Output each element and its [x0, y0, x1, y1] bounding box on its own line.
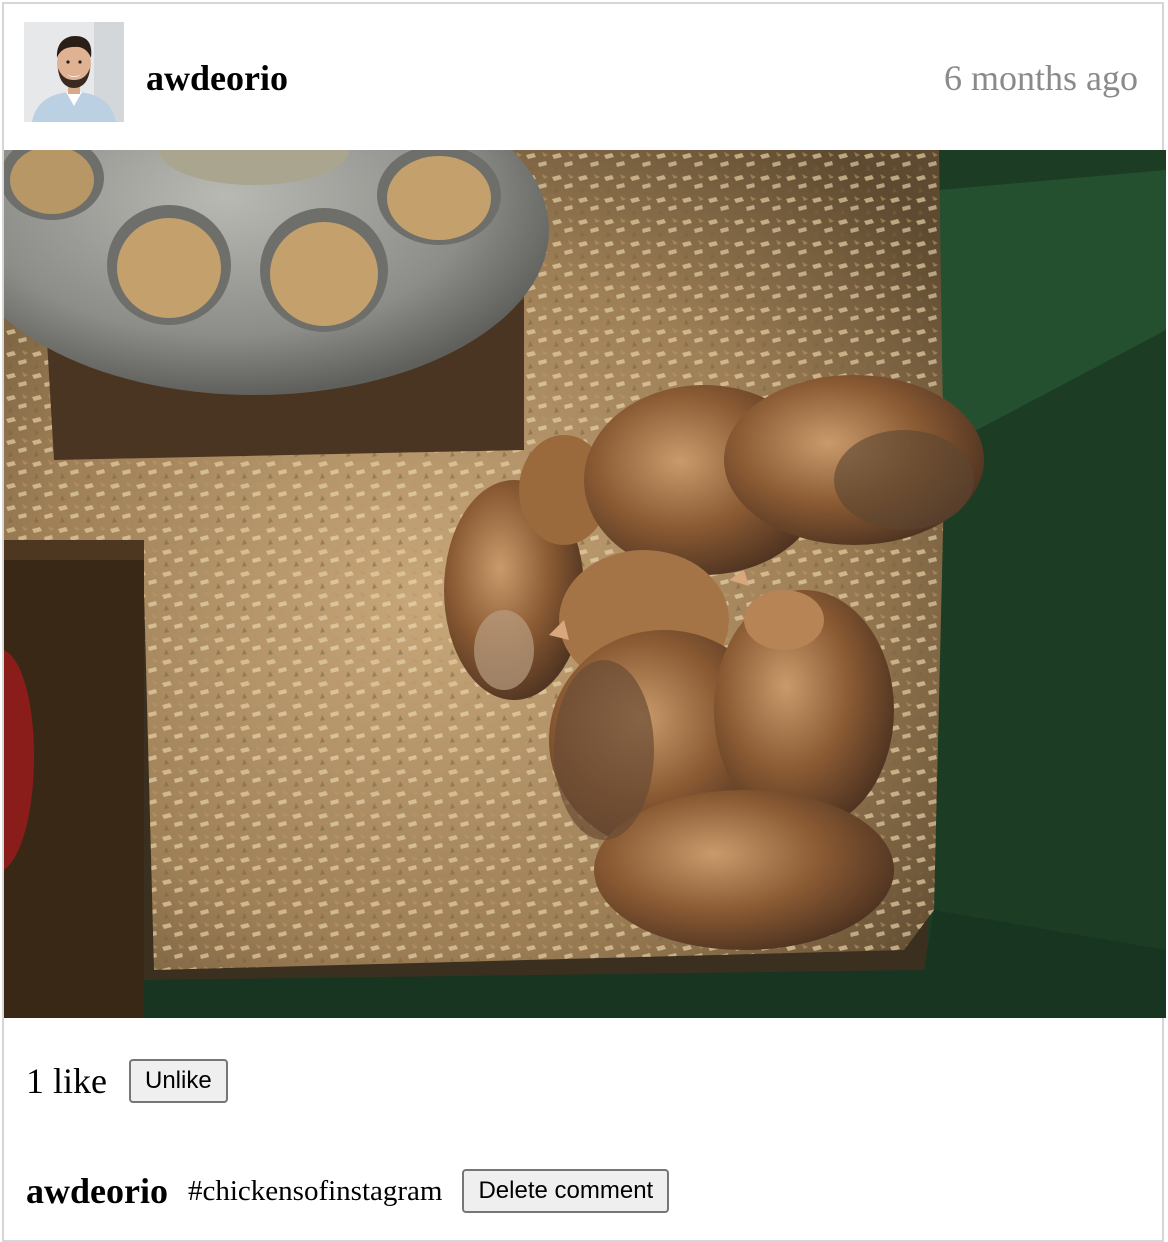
post-card: awdeorio 6 months ago 1 like Unlike awde…: [2, 2, 1166, 1242]
comment-row: awdeorio #chickensofinstagram Delete com…: [26, 1166, 670, 1216]
comment-owner-link[interactable]: awdeorio: [26, 1170, 168, 1212]
delete-comment-button[interactable]: Delete comment: [462, 1169, 670, 1213]
chicks-photo: [4, 150, 1166, 1018]
unlike-button[interactable]: Unlike: [128, 1059, 228, 1103]
likes-row: 1 like Unlike: [26, 1056, 228, 1106]
like-count: 1 like: [26, 1061, 107, 1101]
avatar-photo: [24, 22, 124, 122]
post-header: awdeorio 6 months ago: [4, 4, 1166, 152]
post-owner-link[interactable]: awdeorio: [146, 56, 288, 100]
post-image[interactable]: [4, 150, 1166, 1018]
post-timestamp-link[interactable]: 6 months ago: [944, 56, 1138, 100]
owner-avatar[interactable]: [24, 22, 124, 122]
comment-text: #chickensofinstagram: [187, 1174, 443, 1207]
